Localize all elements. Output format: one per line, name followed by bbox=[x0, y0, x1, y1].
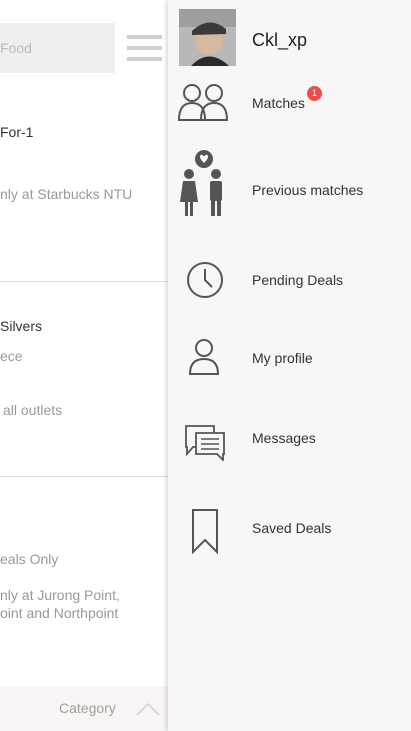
menu-item-label: Previous matches bbox=[252, 182, 364, 198]
menu-item-label: Matches bbox=[252, 95, 305, 111]
bookmark-icon bbox=[192, 509, 218, 554]
clock-icon bbox=[187, 262, 223, 298]
category-bar[interactable]: Category bbox=[0, 686, 168, 731]
couple-heart-icon bbox=[180, 150, 222, 216]
background-deal-list: Food For-1 nly at Starbucks NTU Silvers … bbox=[0, 0, 168, 731]
menu-item-label: Saved Deals bbox=[252, 520, 332, 536]
deal-title[interactable]: eals Only bbox=[0, 551, 58, 567]
chevron-up-icon bbox=[136, 702, 160, 716]
divider bbox=[0, 281, 168, 282]
person-icon bbox=[188, 339, 220, 375]
menu-item-previous-matches[interactable]: Previous matches bbox=[168, 148, 411, 220]
deal-detail: nly at Jurong Point, bbox=[0, 587, 120, 603]
search-input[interactable]: Food bbox=[0, 23, 115, 73]
deal-detail: oint and Northpoint bbox=[0, 605, 119, 621]
menu-item-matches[interactable]: Matches bbox=[168, 74, 411, 134]
menu-item-my-profile[interactable]: My profile bbox=[168, 332, 411, 392]
deal-title[interactable]: For-1 bbox=[0, 124, 33, 140]
menu-item-label: Pending Deals bbox=[252, 272, 344, 288]
deal-detail: all outlets bbox=[3, 402, 63, 418]
category-label: Category bbox=[59, 700, 116, 716]
deal-subtitle: ece bbox=[0, 348, 23, 364]
avatar[interactable] bbox=[179, 9, 236, 66]
username: Ckl_xp bbox=[252, 30, 308, 50]
user-photo-icon bbox=[179, 9, 236, 66]
divider bbox=[0, 476, 168, 477]
deal-detail: nly at Starbucks NTU bbox=[0, 186, 133, 202]
chat-icon bbox=[185, 425, 225, 461]
menu-icon[interactable] bbox=[127, 35, 162, 65]
menu-item-label: Messages bbox=[252, 430, 316, 446]
menu-item-saved-deals[interactable]: Saved Deals bbox=[168, 500, 411, 560]
menu-item-label: My profile bbox=[252, 350, 313, 366]
menu-item-messages[interactable]: Messages bbox=[168, 412, 411, 472]
search-placeholder: Food bbox=[0, 40, 32, 56]
deal-title[interactable]: Silvers bbox=[0, 318, 42, 334]
navigation-drawer: Ckl_xp Matches 1 Previous matches Pendin… bbox=[168, 0, 411, 731]
people-icon bbox=[178, 84, 228, 121]
menu-item-pending-deals[interactable]: Pending Deals bbox=[168, 252, 411, 312]
notification-badge: 1 bbox=[307, 86, 322, 101]
